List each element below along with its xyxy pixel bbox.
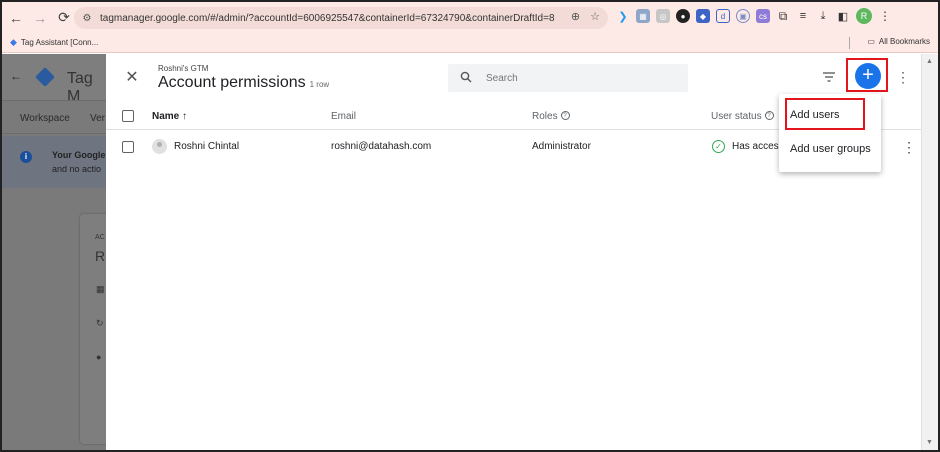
side-panel-icon[interactable]: ◧ bbox=[836, 9, 850, 23]
sync-icon: ↻ bbox=[96, 318, 104, 328]
forward-arrow-icon[interactable]: → bbox=[30, 8, 50, 28]
search-box[interactable] bbox=[448, 64, 688, 92]
twitter-extension-icon[interactable]: ❯ bbox=[616, 9, 630, 23]
sort-arrow-up-icon: ↑ bbox=[182, 111, 188, 122]
bookmarks-divider bbox=[849, 37, 850, 49]
help-icon[interactable]: ? bbox=[764, 111, 774, 120]
user-role: Administrator bbox=[532, 141, 591, 152]
bookmark-label: Tag Assistant [Conn... bbox=[20, 38, 99, 47]
profile-avatar[interactable]: R bbox=[856, 8, 872, 24]
extension-icon[interactable]: ▣ bbox=[736, 9, 750, 23]
grid-icon: ▦ bbox=[96, 284, 105, 294]
user-name[interactable]: Roshni Chintal bbox=[174, 141, 239, 152]
page-title-text: Account permissions bbox=[158, 74, 306, 91]
check-circle-icon: ✓ bbox=[712, 140, 725, 153]
background-back-arrow-icon: ← bbox=[10, 69, 22, 83]
address-bar[interactable]: ⚙ tagmanager.google.com/#/admin/?account… bbox=[74, 7, 608, 29]
extension-icon[interactable]: cs bbox=[756, 9, 770, 23]
screenshot-frame: ← → ⟳ ⚙ tagmanager.google.com/#/admin/?a… bbox=[0, 0, 940, 452]
background-card-label: AC bbox=[95, 234, 105, 241]
extension-icon[interactable]: d bbox=[716, 9, 730, 23]
extension-icon[interactable]: ◆ bbox=[696, 9, 710, 23]
filter-icon[interactable] bbox=[822, 70, 838, 84]
add-menu: Add users Add user groups bbox=[779, 94, 881, 172]
background-notice: i Your Google and no actio bbox=[2, 136, 106, 188]
zoom-icon[interactable]: ⊕ bbox=[571, 10, 580, 23]
user-email: roshni@datahash.com bbox=[331, 141, 432, 152]
row-count: 1 row bbox=[309, 80, 330, 89]
column-header-name[interactable]: Name ↑ bbox=[152, 111, 187, 122]
background-card-letter: R bbox=[95, 248, 106, 264]
extensions-bar: ❯ ▦ ◎ ● ◆ d ▣ cs ⧉ ≡ ⤓ ◧ R ⋮ bbox=[616, 8, 892, 24]
bookmark-tag-assistant[interactable]: ◆ Tag Assistant [Conn... bbox=[10, 37, 98, 48]
user-status: Has access bbox=[732, 141, 784, 152]
browser-toolbar: ← → ⟳ ⚙ tagmanager.google.com/#/admin/?a… bbox=[2, 2, 938, 33]
column-status-label: User status bbox=[711, 111, 762, 122]
column-header-email[interactable]: Email bbox=[331, 111, 356, 122]
account-name: Roshni's GTM bbox=[158, 64, 209, 73]
add-button-highlight: + bbox=[846, 58, 888, 92]
info-icon: i bbox=[20, 151, 32, 163]
scrollbar[interactable]: ▲ ▼ bbox=[921, 54, 938, 450]
page-title: Account permissions 1 row bbox=[158, 74, 329, 92]
browser-menu-icon[interactable]: ⋮ bbox=[878, 9, 892, 23]
all-bookmarks-label: All Bookmarks bbox=[878, 37, 930, 46]
background-tabs: Workspace Ver bbox=[2, 100, 106, 134]
folder-icon: ▭ bbox=[867, 37, 875, 46]
back-arrow-icon[interactable]: ← bbox=[6, 8, 26, 28]
plus-icon: + bbox=[862, 64, 874, 86]
search-input[interactable] bbox=[486, 72, 666, 84]
tag-icon: ◆ bbox=[10, 37, 17, 47]
extension-icon[interactable]: ▦ bbox=[636, 9, 650, 23]
site-settings-icon[interactable]: ⚙ bbox=[80, 11, 94, 25]
extension-icon[interactable]: ● bbox=[676, 9, 690, 23]
row-checkbox[interactable] bbox=[122, 141, 134, 153]
background-tab-workspace: Workspace bbox=[20, 113, 70, 124]
close-icon[interactable]: ✕ bbox=[122, 68, 142, 88]
background-notice-text: Your Google and no actio bbox=[52, 148, 112, 176]
column-name-label: Name bbox=[152, 111, 180, 122]
column-roles-label: Roles bbox=[532, 111, 558, 122]
menu-item-add-user-groups[interactable]: Add user groups bbox=[779, 132, 881, 166]
add-button[interactable]: + bbox=[855, 63, 881, 89]
help-icon[interactable]: ? bbox=[560, 111, 570, 120]
more-options-icon[interactable]: ⋮ bbox=[896, 68, 910, 86]
url-text: tagmanager.google.com/#/admin/?accountId… bbox=[100, 12, 555, 24]
bookmarks-bar: ◆ Tag Assistant [Conn... ▭ All Bookmarks bbox=[2, 33, 938, 53]
background-header: ← Tag M bbox=[2, 54, 106, 105]
gtm-logo-icon bbox=[35, 67, 55, 87]
notice-line-1: Your Google bbox=[52, 150, 106, 160]
download-icon[interactable]: ⤓ bbox=[816, 9, 830, 23]
scroll-up-icon[interactable]: ▲ bbox=[926, 58, 933, 65]
media-icon[interactable]: ≡ bbox=[796, 9, 810, 23]
column-header-roles[interactable]: Roles? bbox=[532, 111, 570, 122]
column-header-user-status[interactable]: User status? bbox=[711, 111, 774, 122]
bookmark-star-icon[interactable]: ☆ bbox=[590, 10, 600, 23]
add-users-highlight bbox=[785, 98, 865, 130]
row-more-options-icon[interactable]: ⋮ bbox=[902, 139, 916, 156]
user-avatar-icon bbox=[152, 139, 167, 154]
person-icon: ● bbox=[96, 352, 102, 362]
reload-icon[interactable]: ⟳ bbox=[54, 8, 74, 28]
puzzle-extensions-icon[interactable]: ⧉ bbox=[776, 9, 790, 23]
notice-line-2: and no actio bbox=[52, 164, 102, 174]
all-bookmarks-button[interactable]: ▭ All Bookmarks bbox=[867, 37, 930, 46]
select-all-checkbox[interactable] bbox=[122, 110, 134, 122]
search-icon bbox=[460, 71, 472, 86]
extension-icon[interactable]: ◎ bbox=[656, 9, 670, 23]
scroll-down-icon[interactable]: ▼ bbox=[926, 439, 933, 446]
background-tab-versions: Ver bbox=[90, 113, 106, 124]
